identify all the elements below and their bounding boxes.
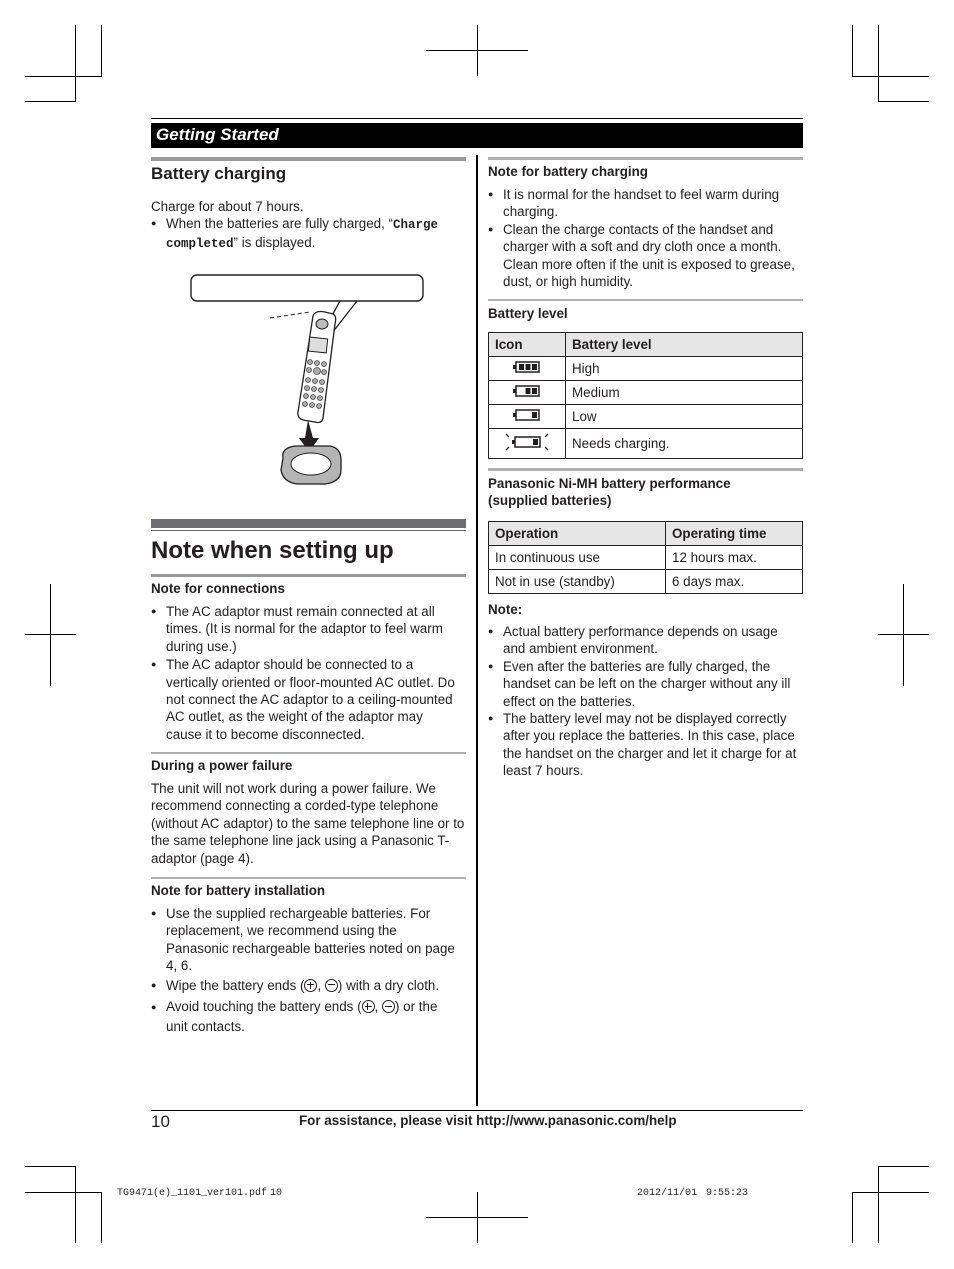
- list-item: It is normal for the handset to feel war…: [488, 186, 800, 221]
- battery-level-table: Icon Battery level High Medium Low Needs…: [488, 332, 803, 459]
- subsection-rule: [488, 299, 803, 301]
- table-cell: In continuous use: [488, 545, 666, 570]
- speech-bubble: [190, 274, 424, 302]
- handset-icon: [297, 310, 337, 424]
- battery-charging-heading: Battery charging: [151, 164, 287, 183]
- slug-filename: TG9471(e)_1101_ver101.pdf: [117, 1188, 268, 1199]
- section-title: Getting Started: [156, 125, 279, 144]
- section-rule: [151, 157, 466, 161]
- header-rule: [151, 118, 803, 119]
- table-row: Not in use (standby) 6 days max.: [488, 569, 803, 594]
- table-row: Needs charging.: [488, 428, 803, 459]
- table-cell: Not in use (standby): [488, 569, 666, 594]
- handset-charger-illustration: [190, 274, 424, 485]
- plus-terminal-icon: [361, 1000, 375, 1014]
- list-item: The AC adaptor should be connected to a …: [151, 656, 459, 743]
- column-header: Battery level: [565, 332, 803, 357]
- table-cell: 6 days max.: [665, 569, 803, 594]
- page-number: 10: [151, 1112, 170, 1131]
- battery-level-value: Low: [565, 404, 803, 429]
- list-item: Avoid touching the battery ends (, ) or …: [151, 997, 459, 1037]
- column-header: Operation: [488, 521, 666, 546]
- minus-terminal-icon: [381, 1000, 395, 1014]
- plus-terminal-icon: [304, 978, 318, 992]
- column-header: Icon: [488, 332, 566, 357]
- minus-terminal-icon: [324, 978, 338, 992]
- charger-icon: [280, 445, 342, 485]
- note-heading: Note:: [488, 602, 523, 617]
- list-item: Clean the charge contacts of the handset…: [488, 221, 800, 291]
- battery-notes-heading: Note for battery charging: [488, 164, 648, 179]
- battery-level-value: High: [565, 356, 803, 381]
- table-cell: 12 hours max.: [665, 545, 803, 570]
- assistance-link[interactable]: For assistance, please visit http://www.…: [299, 1113, 677, 1128]
- connections-bullets: The AC adaptor must remain connected at …: [151, 603, 459, 743]
- slug-time: 9:55:23: [706, 1188, 749, 1199]
- subsection-rule: [488, 468, 803, 471]
- battery-level-heading: Battery level: [488, 306, 568, 321]
- charge-bullets: When the batteries are fully charged, “C…: [151, 215, 466, 254]
- slug-page: 10: [270, 1188, 283, 1199]
- table-row: Medium: [488, 380, 803, 405]
- power-failure-heading: During a power failure: [151, 758, 293, 773]
- battery-medium-icon: [488, 380, 566, 405]
- slug-date: 2012/11/01: [637, 1188, 698, 1199]
- column-divider: [476, 155, 478, 1106]
- charge-bullet: When the batteries are fully charged, “C…: [151, 215, 466, 254]
- table-row: High: [488, 356, 803, 381]
- list-item: Even after the batteries are fully charg…: [488, 658, 803, 710]
- battery-level-value: Medium: [565, 380, 803, 405]
- list-item: The battery level may not be displayed c…: [488, 710, 803, 780]
- charge-intro: Charge for about 7 hours.: [151, 199, 304, 214]
- footer-rule: [151, 1110, 803, 1111]
- section-rule-thin: [151, 530, 466, 531]
- table-row: In continuous use 12 hours max.: [488, 545, 803, 570]
- list-item: Use the supplied rechargeable batteries.…: [151, 905, 459, 975]
- column-header: Operating time: [665, 521, 803, 546]
- performance-table: Operation Operating time In continuous u…: [488, 521, 803, 594]
- list-item: Actual battery performance depends on us…: [488, 623, 803, 658]
- section-rule: [151, 519, 466, 528]
- battery-notes-bullets: It is normal for the handset to feel war…: [488, 186, 800, 290]
- battery-installation-heading: Note for battery installation: [151, 883, 326, 898]
- connections-heading: Note for connections: [151, 581, 285, 596]
- table-row: Low: [488, 404, 803, 429]
- table-header-row: Icon Battery level: [488, 332, 803, 357]
- battery-full-icon: [488, 356, 566, 381]
- subsection-rule: [151, 752, 466, 754]
- battery-low-icon: [488, 404, 566, 429]
- subsection-rule: [151, 877, 466, 879]
- section-header: Getting Started: [151, 123, 803, 148]
- subsection-rule: [151, 574, 466, 577]
- battery-flashing-icon: [488, 428, 566, 459]
- battery-installation-bullets: Use the supplied rechargeable batteries.…: [151, 905, 459, 1037]
- battery-level-value: Needs charging.: [565, 428, 803, 459]
- note-bullets: Actual battery performance depends on us…: [488, 623, 803, 780]
- list-item: Wipe the battery ends (, ) with a dry cl…: [151, 977, 459, 995]
- list-item: The AC adaptor must remain connected at …: [151, 603, 459, 655]
- power-failure-text: The unit will not work during a power fa…: [151, 781, 465, 866]
- performance-heading: Panasonic Ni-MH battery performance (sup…: [488, 476, 731, 509]
- table-header-row: Operation Operating time: [488, 521, 803, 546]
- subsection-rule: [488, 157, 803, 160]
- note-setting-up-heading: Note when setting up: [151, 537, 394, 564]
